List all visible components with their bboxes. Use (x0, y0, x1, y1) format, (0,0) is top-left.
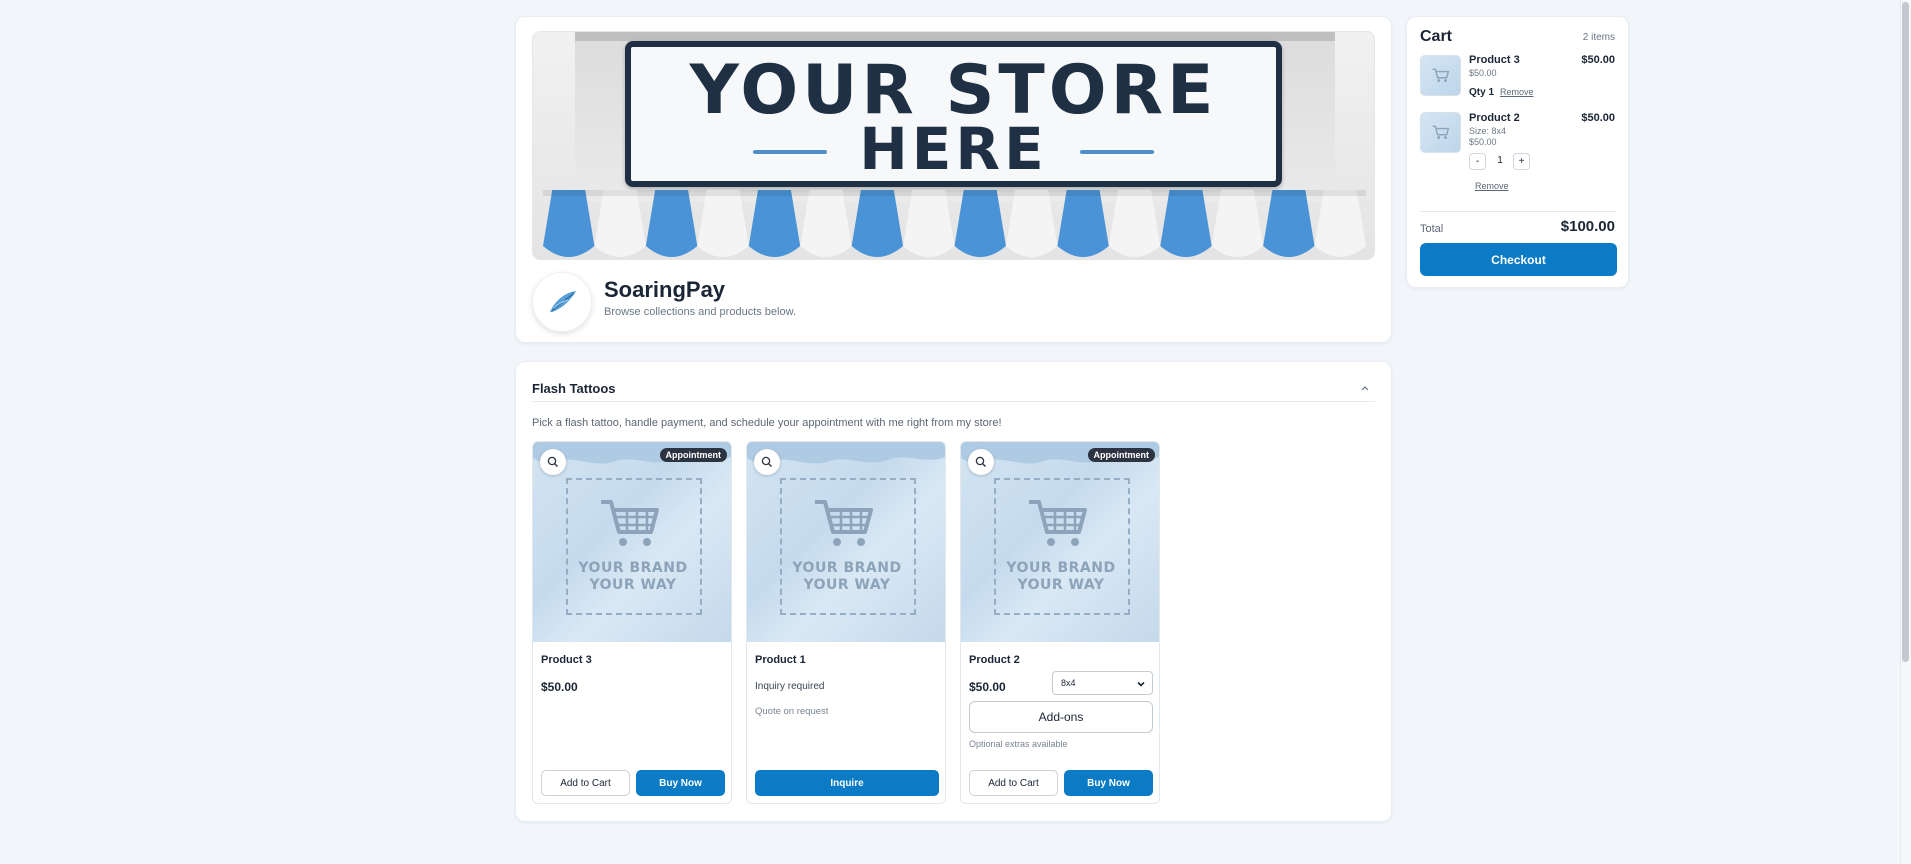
inquire-button[interactable]: Inquire (755, 770, 939, 796)
inquiry-required-label: Inquiry required (755, 681, 825, 692)
awning-stripe (903, 190, 955, 257)
quantity-decrement-button[interactable]: - (1469, 153, 1486, 170)
banner-sign: YOUR STORE HERE (625, 41, 1282, 187)
shopping-cart-icon (815, 500, 873, 546)
product-price: $50.00 (541, 680, 578, 694)
awning-stripe (1057, 190, 1109, 257)
awning-stripe (594, 190, 646, 257)
appointment-badge: Appointment (659, 448, 727, 462)
awning-stripe (748, 190, 801, 257)
store-name: SoaringPay (604, 277, 726, 302)
store-header-panel: YOUR STORE HERE SoaringPay Browse collec… (515, 16, 1392, 343)
banner-awning (543, 190, 1366, 257)
page-scrollbar-thumb[interactable] (1902, 2, 1909, 662)
add-to-cart-button[interactable]: Add to Cart (541, 770, 630, 796)
search-icon (547, 456, 558, 467)
product-image[interactable]: YOUR BRAND YOUR WAY (747, 442, 945, 642)
product-card-product-2: YOUR BRAND YOUR WAY Appointment Product 2… (960, 441, 1160, 804)
placeholder-text: YOUR BRAND YOUR WAY (792, 560, 902, 593)
placeholder-text: YOUR BRAND YOUR WAY (1006, 560, 1116, 593)
zoom-button[interactable] (968, 449, 994, 475)
product-image[interactable]: YOUR BRAND YOUR WAY Appointment (533, 442, 731, 642)
awning-stripe (1108, 190, 1161, 257)
store-banner: YOUR STORE HERE (532, 31, 1375, 260)
zoom-button[interactable] (540, 449, 566, 475)
cart-item-thumbnail (1420, 112, 1461, 153)
cart-item-qty: Qty 1 (1469, 87, 1495, 98)
cart-total-value: $100.00 (1560, 218, 1615, 235)
dropdown-caret-icon (1137, 681, 1145, 687)
banner-line-2: HERE (859, 115, 1048, 183)
add-ons-button[interactable]: Add-ons (969, 701, 1153, 733)
quote-on-request-label: Quote on request (755, 706, 829, 717)
awning-stripe (954, 190, 1006, 257)
cart-total-label: Total (1420, 223, 1444, 235)
buy-now-button[interactable]: Buy Now (636, 770, 725, 796)
awning-stripe (543, 190, 595, 257)
shopping-cart-icon (601, 500, 659, 546)
chevron-up-icon[interactable] (1359, 382, 1371, 394)
shopping-cart-icon (1432, 125, 1449, 139)
cart-item-unit-price: $50.00 (1469, 137, 1497, 147)
cart-title: Cart (1420, 28, 1453, 45)
cart-item-thumbnail (1420, 55, 1461, 96)
awning-stripe (1005, 190, 1058, 257)
product-card-product-3: YOUR BRAND YOUR WAY Appointment Product 3… (532, 441, 732, 804)
search-icon (975, 456, 986, 467)
zoom-button[interactable] (754, 449, 780, 475)
size-select[interactable]: 8x4 (1052, 671, 1153, 695)
checkout-button[interactable]: Checkout (1420, 243, 1617, 276)
awning-stripe (697, 190, 749, 257)
quantity-value: 1 (1497, 155, 1503, 166)
shopping-cart-icon (1432, 68, 1449, 82)
page-scrollbar[interactable] (1900, 0, 1911, 864)
cart-divider (1420, 211, 1617, 212)
awning-stripe (1263, 190, 1315, 257)
store-logo (532, 272, 592, 332)
cart-item-size: Size: 8x4 (1469, 126, 1507, 136)
cart-item-count: 2 items (1582, 32, 1615, 43)
cart-item-name: Product 2 (1469, 112, 1520, 124)
shopping-cart-icon (1029, 500, 1087, 546)
quantity-increment-button[interactable]: + (1513, 153, 1530, 170)
collection-toggle[interactable]: Flash Tattoos (532, 380, 1375, 402)
banner-storefront-top (575, 32, 1335, 41)
awning-stripe (851, 190, 904, 257)
product-image[interactable]: YOUR BRAND YOUR WAY Appointment (961, 442, 1159, 642)
cart-item-line-price: $50.00 (1581, 54, 1615, 66)
awning-stripe (800, 190, 852, 257)
collection-title: Flash Tattoos (532, 381, 616, 396)
awning-stripe (1314, 190, 1366, 257)
collection-description: Pick a flash tattoo, handle payment, and… (532, 417, 1002, 429)
appointment-badge: Appointment (1087, 448, 1155, 462)
cart-item-remove-link[interactable]: Remove (1475, 181, 1509, 191)
awning-stripe (1160, 190, 1212, 257)
cart-item-unit-price: $50.00 (1469, 68, 1497, 78)
product-price: $50.00 (969, 680, 1006, 694)
search-icon (761, 456, 772, 467)
awning-shadow (543, 190, 1366, 196)
cart-item-remove-link[interactable]: Remove (1500, 87, 1534, 97)
product-name: Product 1 (755, 654, 806, 666)
add-ons-note: Optional extras available (969, 739, 1068, 749)
cart-item-name: Product 3 (1469, 54, 1520, 66)
feather-logo-icon (550, 291, 576, 312)
awning-stripe (1211, 190, 1264, 257)
size-select-value: 8x4 (1061, 678, 1076, 688)
product-card-product-1: YOUR BRAND YOUR WAY Product 1 Inquiry req… (746, 441, 946, 804)
store-tagline: Browse collections and products below. (604, 306, 796, 318)
placeholder-text: YOUR BRAND YOUR WAY (578, 560, 688, 593)
product-name: Product 2 (969, 654, 1020, 666)
cart-panel: Cart 2 items Product 3 $50.00 $50.00 Qty… (1406, 16, 1629, 288)
awning-stripe (645, 190, 698, 257)
collection-panel: Flash Tattoos Pick a flash tattoo, handl… (515, 361, 1392, 822)
add-to-cart-button[interactable]: Add to Cart (969, 770, 1058, 796)
cart-item-line-price: $50.00 (1581, 112, 1615, 124)
banner-dash-right (1080, 150, 1154, 154)
product-name: Product 3 (541, 654, 592, 666)
buy-now-button[interactable]: Buy Now (1064, 770, 1153, 796)
